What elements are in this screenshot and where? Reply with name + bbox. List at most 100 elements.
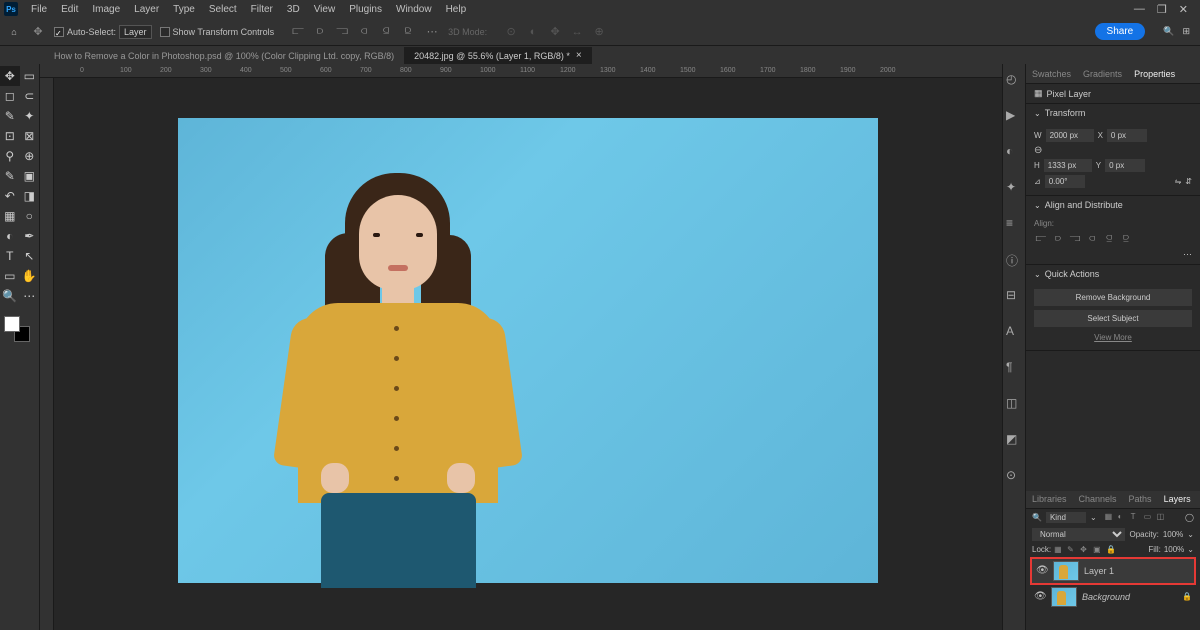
width-input[interactable] xyxy=(1046,129,1094,142)
properties-tab[interactable]: Properties xyxy=(1128,69,1181,79)
align-left-icon[interactable]: ⫍ xyxy=(290,24,306,40)
menu-view[interactable]: View xyxy=(307,4,343,15)
filter-pixel-icon[interactable]: ▦ xyxy=(1105,512,1115,522)
blur-tool[interactable]: ○ xyxy=(20,206,40,226)
distribute-icon[interactable]: ⋯ xyxy=(424,24,440,40)
align-bottom-edges-icon[interactable]: ⫒ xyxy=(1119,231,1133,245)
view-more-link[interactable]: View More xyxy=(1034,329,1192,346)
filter-adjustment-icon[interactable]: ◐ xyxy=(1118,512,1128,522)
filter-shape-icon[interactable]: ▭ xyxy=(1144,512,1154,522)
restore-icon[interactable]: ❐ xyxy=(1157,3,1167,16)
lock-all-icon[interactable]: 🔒 xyxy=(1106,545,1116,555)
minimize-icon[interactable]: — xyxy=(1134,3,1145,16)
color-icon[interactable]: ◩ xyxy=(1006,432,1022,448)
swatches-tab[interactable]: Swatches xyxy=(1026,69,1077,79)
opacity-value[interactable]: 100% xyxy=(1163,530,1183,539)
align-middle-icon[interactable]: ⫑ xyxy=(378,24,394,40)
canvas[interactable] xyxy=(178,118,878,583)
selection-tool[interactable]: ✎ xyxy=(0,106,20,126)
align-bottom-icon[interactable]: ⫒ xyxy=(400,24,416,40)
angle-input[interactable] xyxy=(1045,175,1085,188)
gradients-tab[interactable]: Gradients xyxy=(1077,69,1128,79)
healing-tool[interactable]: ⊕ xyxy=(20,146,40,166)
select-subject-button[interactable]: Select Subject xyxy=(1034,310,1192,327)
paths-tab[interactable]: Paths xyxy=(1123,494,1158,504)
info-icon[interactable]: ⓘ xyxy=(1006,252,1022,268)
layer-item-selected[interactable]: 👁 Layer 1 xyxy=(1030,557,1196,585)
lock-transparency-icon[interactable]: ▦ xyxy=(1054,545,1064,555)
lock-position-icon[interactable]: ✥ xyxy=(1080,545,1090,555)
remove-background-button[interactable]: Remove Background xyxy=(1034,289,1192,306)
layer-mode-select[interactable]: Layer xyxy=(119,25,152,39)
height-input[interactable] xyxy=(1044,159,1092,172)
path-tool[interactable]: ↖ xyxy=(20,246,40,266)
more-options-icon[interactable]: ⋯ xyxy=(1183,249,1192,259)
blend-mode-select[interactable]: Normal xyxy=(1032,528,1125,541)
navigator-icon[interactable]: ◫ xyxy=(1006,396,1022,412)
menu-select[interactable]: Select xyxy=(202,4,244,15)
layer-thumbnail[interactable] xyxy=(1051,587,1077,607)
tab-document-2[interactable]: 20482.jpg @ 55.6% (Layer 1, RGB/8) * × xyxy=(404,47,592,64)
stamp-tool[interactable]: ▣ xyxy=(20,166,40,186)
dropdown-icon[interactable]: ⌄ xyxy=(1187,545,1194,554)
show-transform-checkbox[interactable] xyxy=(160,27,170,37)
align-left-edges-icon[interactable]: ⫍ xyxy=(1034,231,1048,245)
search-icon[interactable]: 🔍 xyxy=(1032,513,1042,522)
y-input[interactable] xyxy=(1105,159,1145,172)
menu-file[interactable]: File xyxy=(24,4,54,15)
menu-help[interactable]: Help xyxy=(439,4,474,15)
channels-tab[interactable]: Channels xyxy=(1073,494,1123,504)
filter-toggle-icon[interactable]: ◯ xyxy=(1185,513,1194,522)
home-icon[interactable]: ⌂ xyxy=(6,24,22,40)
layers-tab[interactable]: Layers xyxy=(1158,494,1197,504)
dodge-tool[interactable]: ◐ xyxy=(0,226,20,246)
lock-icon[interactable]: 🔒 xyxy=(1182,592,1192,601)
layer-thumbnail[interactable] xyxy=(1053,561,1079,581)
align-top-edges-icon[interactable]: ⫏ xyxy=(1085,231,1099,245)
dropdown-icon[interactable]: ⌄ xyxy=(1090,513,1097,522)
tab-document-1[interactable]: How to Remove a Color in Photoshop.psd @… xyxy=(44,48,404,64)
link-dimensions-icon[interactable]: ⊖ xyxy=(1034,145,1042,156)
collapse-icon[interactable]: ⌄ xyxy=(1034,109,1041,118)
tab-close-icon[interactable]: × xyxy=(576,50,582,61)
edit-toolbar[interactable]: ⋯ xyxy=(20,286,40,306)
visibility-icon[interactable]: 👁 xyxy=(1036,565,1048,576)
gradient-tool[interactable]: ▦ xyxy=(0,206,20,226)
history-brush-tool[interactable]: ↶ xyxy=(0,186,20,206)
magic-wand-tool[interactable]: ✦ xyxy=(20,106,40,126)
collapse-icon[interactable]: ⌄ xyxy=(1034,201,1041,210)
auto-select-checkbox[interactable] xyxy=(54,27,64,37)
foreground-color[interactable] xyxy=(4,316,20,332)
fill-value[interactable]: 100% xyxy=(1164,545,1184,554)
menu-image[interactable]: Image xyxy=(85,4,127,15)
align-right-edges-icon[interactable]: ⫎ xyxy=(1068,231,1082,245)
menu-filter[interactable]: Filter xyxy=(244,4,280,15)
type-tool[interactable]: T xyxy=(0,246,20,266)
lock-artboard-icon[interactable]: ▣ xyxy=(1093,545,1103,555)
color-swatches[interactable] xyxy=(4,316,30,342)
workspace-icon[interactable]: ⊞ xyxy=(1182,26,1190,37)
filter-smart-icon[interactable]: ◫ xyxy=(1157,512,1167,522)
share-button[interactable]: Share xyxy=(1095,23,1146,40)
vertical-ruler[interactable] xyxy=(40,78,54,630)
align-horizontal-centers-icon[interactable]: ⫐ xyxy=(1051,231,1065,245)
align-center-h-icon[interactable]: ⫐ xyxy=(312,24,328,40)
menu-window[interactable]: Window xyxy=(389,4,439,15)
collapse-icon[interactable]: ⌄ xyxy=(1034,270,1041,279)
character-icon[interactable]: A xyxy=(1006,324,1022,340)
marquee-tool[interactable]: ◻ xyxy=(0,86,20,106)
history-icon[interactable]: ◴ xyxy=(1006,72,1022,88)
search-icon[interactable]: 🔍 xyxy=(1163,26,1174,37)
app-logo[interactable]: Ps xyxy=(4,2,18,16)
eraser-tool[interactable]: ◨ xyxy=(20,186,40,206)
flip-v-icon[interactable]: ⇵ xyxy=(1185,177,1192,186)
styles-icon[interactable]: ✦ xyxy=(1006,180,1022,196)
close-icon[interactable]: ✕ xyxy=(1179,3,1188,16)
layer-name[interactable]: Layer 1 xyxy=(1084,566,1190,576)
move-tool[interactable]: ✥ xyxy=(0,66,20,86)
zoom-tool[interactable]: 🔍 xyxy=(0,286,20,306)
pen-tool[interactable]: ✒ xyxy=(20,226,40,246)
horizontal-ruler[interactable]: 0100200300400500600700800900100011001200… xyxy=(40,64,1002,78)
hand-tool[interactable]: ✋ xyxy=(20,266,40,286)
flip-h-icon[interactable]: ⇋ xyxy=(1175,177,1182,186)
